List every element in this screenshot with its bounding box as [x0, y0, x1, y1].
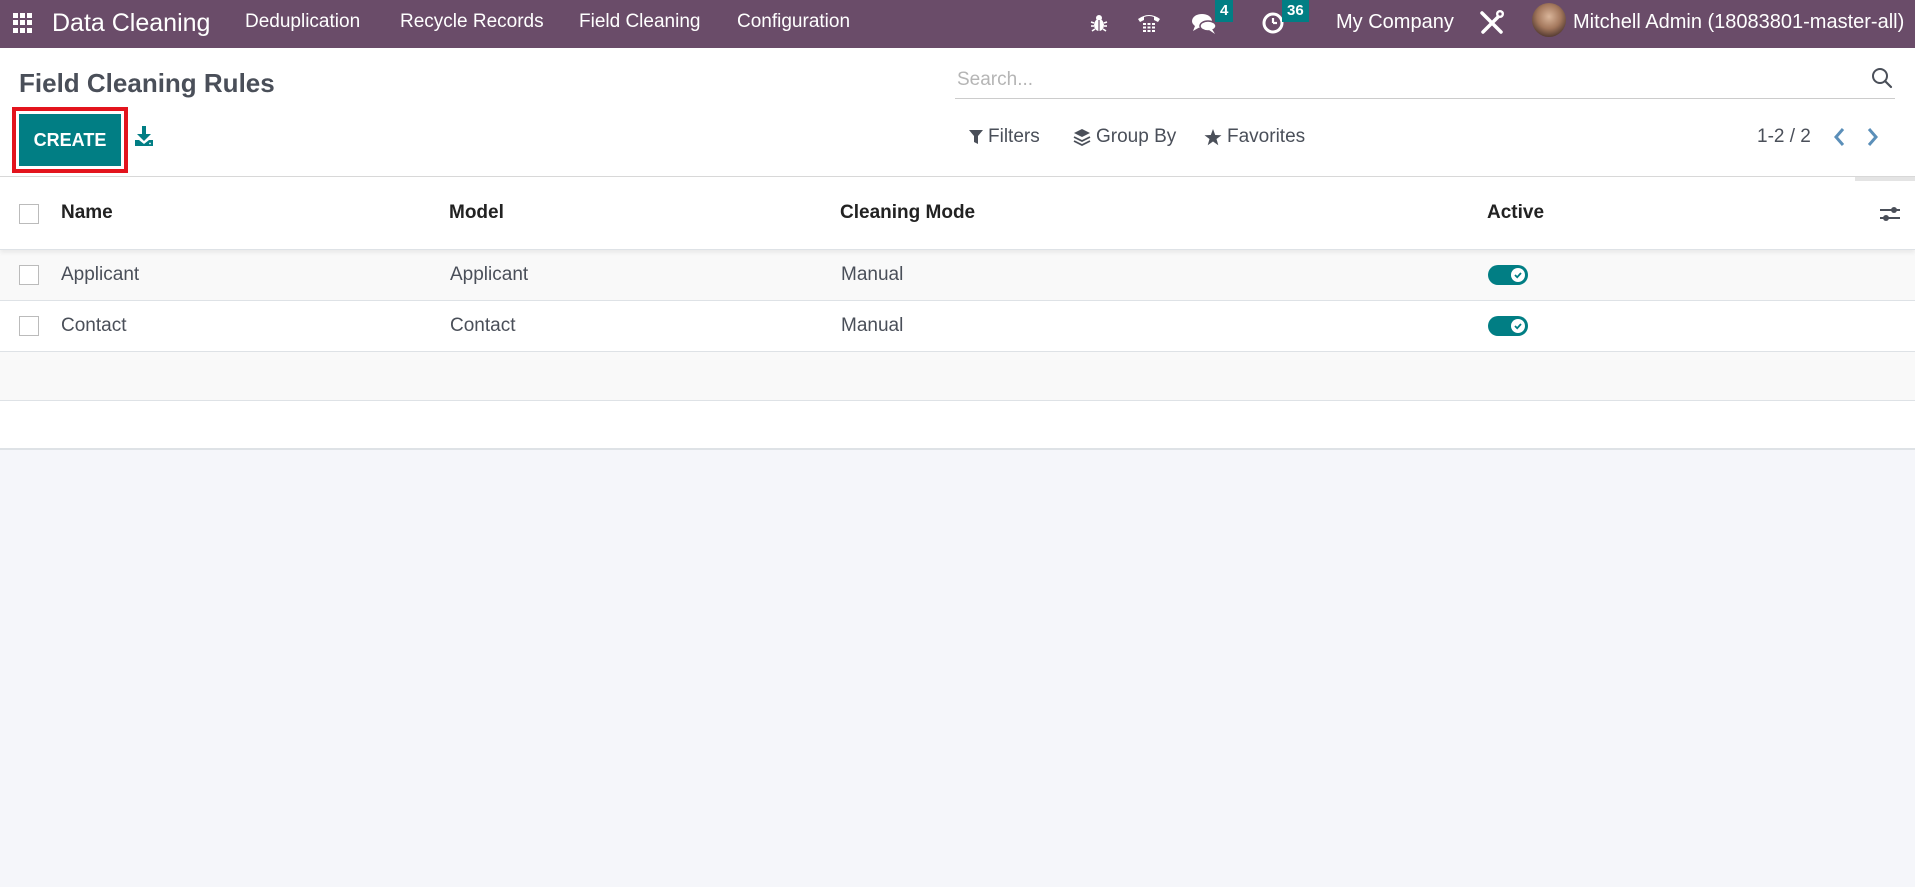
create-button[interactable]: CREATE	[19, 114, 121, 166]
column-header-active[interactable]: Active	[1487, 199, 1544, 227]
cell-model: Applicant	[450, 264, 529, 285]
filter-icon	[969, 129, 983, 145]
list-view: Name Model Cleaning Mode Active Applican…	[0, 177, 1915, 450]
table-row[interactable]: Applicant Applicant Manual	[0, 250, 1915, 301]
apps-menu-icon[interactable]	[13, 13, 33, 33]
filters-button[interactable]: Filters	[969, 123, 1040, 151]
menu-field-cleaning[interactable]: Field Cleaning	[579, 8, 700, 36]
page-title: Field Cleaning Rules	[19, 68, 275, 98]
menu-recycle-records[interactable]: Recycle Records	[400, 8, 544, 36]
company-switcher[interactable]: My Company	[1336, 8, 1454, 36]
user-avatar[interactable]	[1532, 3, 1566, 37]
empty-row	[0, 401, 1915, 450]
top-navbar: Data Cleaning Deduplication Recycle Reco…	[0, 0, 1915, 48]
check-icon	[1511, 319, 1525, 333]
tools-icon[interactable]	[1477, 8, 1507, 38]
search-bar	[955, 62, 1895, 99]
group-by-button[interactable]: Group By	[1073, 123, 1176, 151]
row-checkbox[interactable]	[19, 316, 39, 336]
cell-name: Contact	[61, 315, 127, 336]
optional-columns-strip	[1855, 177, 1915, 181]
control-panel: Field Cleaning Rules CREATE Filters	[0, 48, 1915, 177]
row-checkbox[interactable]	[19, 265, 39, 285]
table-row[interactable]: Contact Contact Manual	[0, 301, 1915, 352]
active-toggle[interactable]	[1488, 316, 1528, 336]
chat-icon[interactable]	[1190, 8, 1218, 38]
bug-icon[interactable]	[1088, 8, 1110, 38]
select-all-checkbox[interactable]	[19, 204, 39, 224]
pager-value[interactable]: 1-2 / 2	[1757, 123, 1811, 151]
download-icon[interactable]	[134, 125, 154, 147]
search-icon[interactable]	[1871, 67, 1893, 89]
user-menu[interactable]: Mitchell Admin (18083801-master-all)	[1573, 8, 1904, 36]
filters-label: Filters	[988, 126, 1040, 147]
favorites-label: Favorites	[1227, 126, 1306, 147]
column-header-model[interactable]: Model	[449, 199, 504, 227]
empty-row	[0, 352, 1915, 401]
active-toggle[interactable]	[1488, 265, 1528, 285]
chevron-right-icon[interactable]	[1864, 127, 1880, 147]
group-by-label: Group By	[1096, 126, 1177, 147]
sliders-icon[interactable]	[1879, 203, 1901, 225]
cell-cleaning-mode: Manual	[841, 264, 904, 285]
activities-count-badge: 36	[1282, 0, 1309, 22]
cell-cleaning-mode: Manual	[841, 315, 904, 336]
column-header-cleaning-mode[interactable]: Cleaning Mode	[840, 199, 975, 227]
cell-model: Contact	[450, 315, 516, 336]
menu-deduplication[interactable]: Deduplication	[245, 8, 360, 36]
favorites-button[interactable]: Favorites	[1204, 123, 1305, 151]
app-title[interactable]: Data Cleaning	[52, 6, 210, 40]
search-input[interactable]	[957, 64, 1837, 96]
check-icon	[1511, 268, 1525, 282]
cell-name: Applicant	[61, 264, 140, 285]
messages-count-badge: 4	[1215, 0, 1234, 22]
menu-configuration[interactable]: Configuration	[737, 8, 850, 36]
star-icon	[1204, 128, 1222, 146]
layers-icon	[1073, 128, 1091, 146]
phone-icon[interactable]	[1135, 8, 1163, 38]
column-header-name[interactable]: Name	[61, 199, 113, 227]
chevron-left-icon[interactable]	[1832, 127, 1848, 147]
table-header: Name Model Cleaning Mode Active	[0, 177, 1915, 250]
